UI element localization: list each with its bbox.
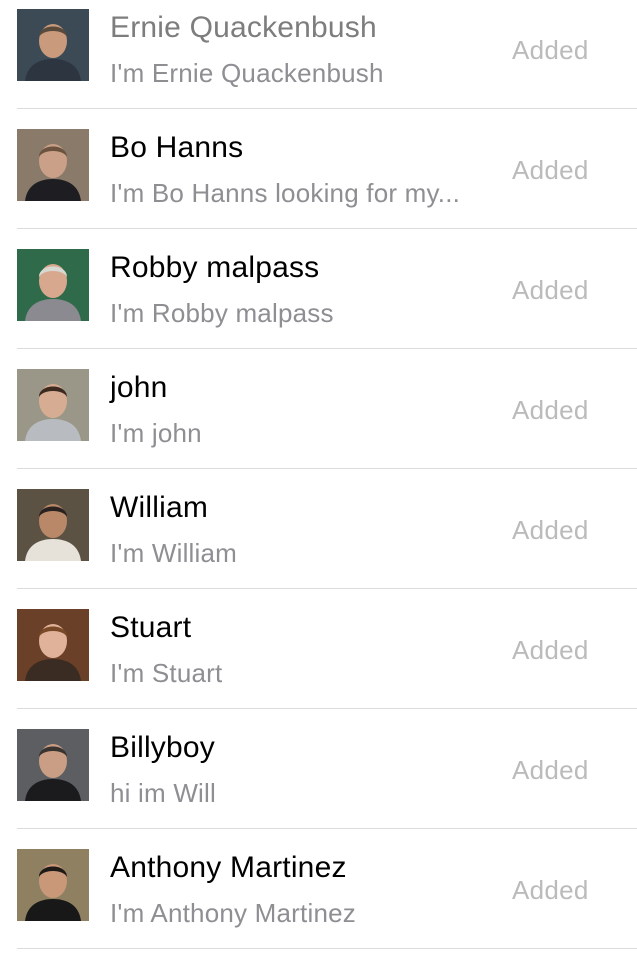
added-status-label: Added bbox=[512, 755, 589, 785]
contact-name: Anthony Martinez bbox=[110, 851, 347, 884]
added-status-label: Added bbox=[512, 875, 589, 905]
contact-bio: hi im Will bbox=[110, 778, 216, 808]
contacts-list: Ernie Quackenbush I'm Ernie Quackenbush Ad… bbox=[0, 0, 637, 949]
avatar[interactable] bbox=[17, 369, 89, 441]
contact-row[interactable]: john I'm john Added bbox=[17, 349, 637, 469]
contact-name: Robby malpass bbox=[110, 251, 320, 284]
contact-row[interactable]: Ernie Quackenbush I'm Ernie Quackenbush Ad… bbox=[17, 0, 637, 109]
person-photo-icon bbox=[17, 849, 89, 921]
avatar[interactable] bbox=[17, 9, 89, 81]
added-status-label: Added bbox=[512, 275, 589, 305]
avatar[interactable] bbox=[17, 129, 89, 201]
contact-row[interactable]: Bo Hanns I'm Bo Hanns looking for my... Ad… bbox=[17, 109, 637, 229]
contact-bio: I'm Robby malpass bbox=[110, 298, 334, 328]
avatar[interactable] bbox=[17, 849, 89, 921]
person-photo-icon bbox=[17, 129, 89, 201]
person-photo-icon bbox=[17, 369, 89, 441]
added-status-label: Added bbox=[512, 515, 589, 545]
contact-name: Billyboy bbox=[110, 731, 215, 764]
contact-bio: I'm john bbox=[110, 418, 202, 448]
avatar[interactable] bbox=[17, 489, 89, 561]
contact-row[interactable]: Anthony Martinez I'm Anthony Martinez Adde… bbox=[17, 829, 637, 949]
contact-row[interactable]: Stuart I'm Stuart Added bbox=[17, 589, 637, 709]
contact-bio: I'm Ernie Quackenbush bbox=[110, 58, 384, 88]
added-status-label: Added bbox=[512, 635, 589, 665]
contact-row[interactable]: Billyboy hi im Will Added bbox=[17, 709, 637, 829]
contact-bio: I'm Stuart bbox=[110, 658, 223, 688]
person-photo-icon bbox=[17, 9, 89, 81]
contact-name: William bbox=[110, 491, 209, 524]
contact-bio: I'm William bbox=[110, 538, 238, 568]
added-status-label: Added bbox=[512, 35, 589, 65]
contact-bio: I'm Anthony Martinez bbox=[110, 898, 356, 928]
person-photo-icon bbox=[17, 729, 89, 801]
avatar[interactable] bbox=[17, 609, 89, 681]
contact-name: Ernie Quackenbush bbox=[110, 11, 377, 44]
person-photo-icon bbox=[17, 489, 89, 561]
contact-name: Bo Hanns bbox=[110, 131, 244, 164]
contact-bio: I'm Bo Hanns looking for my... bbox=[110, 178, 461, 208]
contact-name: john bbox=[110, 371, 168, 404]
avatar[interactable] bbox=[17, 729, 89, 801]
avatar[interactable] bbox=[17, 249, 89, 321]
contact-name: Stuart bbox=[110, 611, 192, 644]
person-photo-icon bbox=[17, 609, 89, 681]
contact-row[interactable]: Robby malpass I'm Robby malpass Added bbox=[17, 229, 637, 349]
added-status-label: Added bbox=[512, 155, 589, 185]
added-status-label: Added bbox=[512, 395, 589, 425]
person-photo-icon bbox=[17, 249, 89, 321]
contact-row[interactable]: William I'm William Added bbox=[17, 469, 637, 589]
